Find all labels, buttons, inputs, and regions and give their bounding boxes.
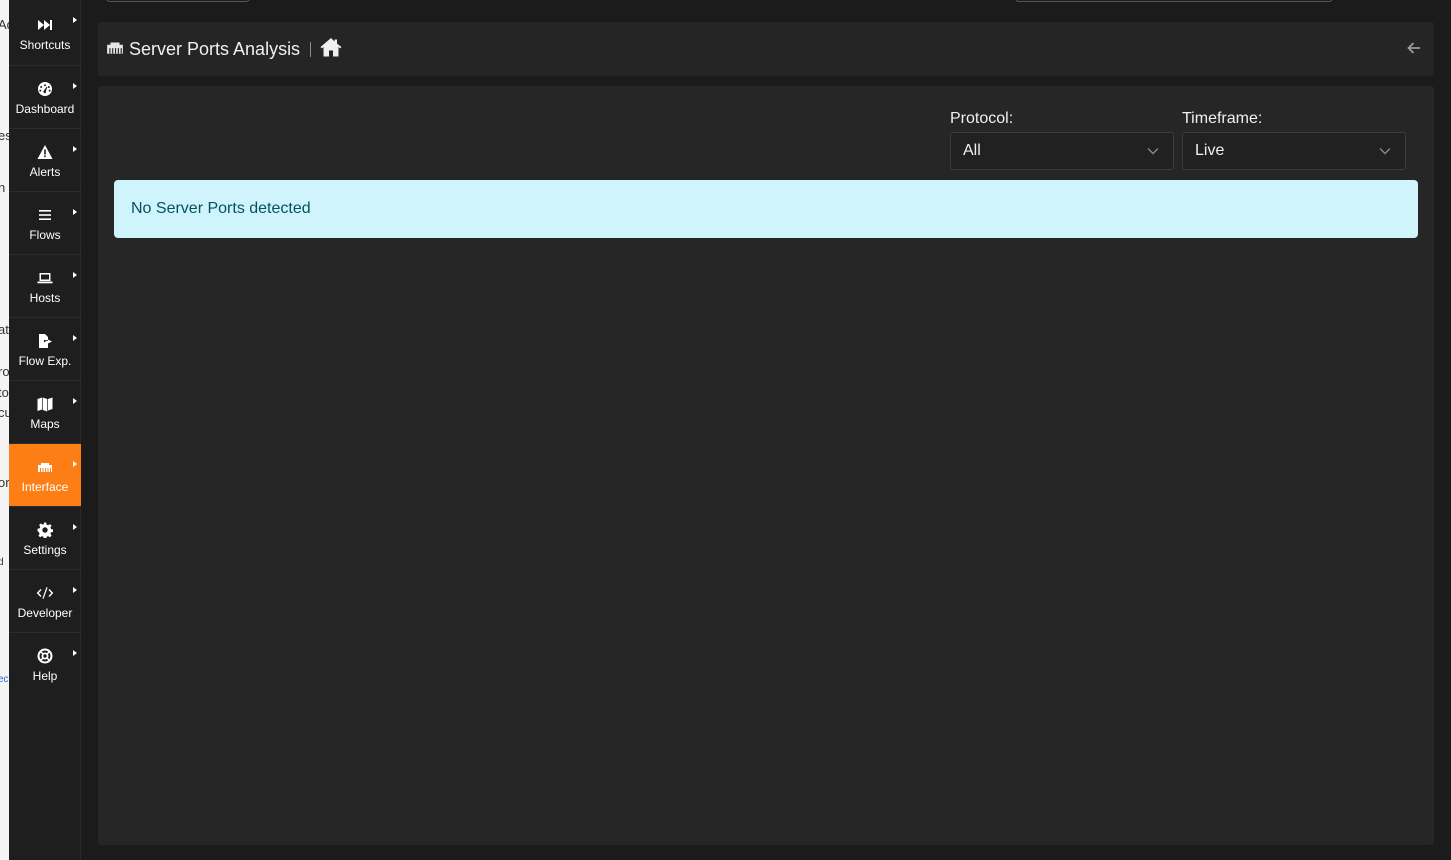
header-separator (310, 41, 312, 57)
gear-icon (36, 521, 54, 539)
chevron-down-icon (1379, 142, 1391, 160)
sidebar-item-interface[interactable]: Interface (9, 444, 81, 507)
fast-forward-icon (36, 16, 54, 34)
caret-right-icon (73, 146, 77, 152)
sidebar-item-label: Hosts (29, 291, 61, 305)
caret-right-icon (73, 524, 77, 530)
sidebar-item-label: Settings (23, 543, 67, 557)
bg-fragment: d (0, 557, 4, 568)
top-dropdown[interactable] (106, 0, 250, 2)
sidebar: Shortcuts Dashboard Alerts Flows Hosts F (9, 0, 81, 860)
protocol-selected-value: All (963, 142, 981, 159)
caret-right-icon (73, 83, 77, 89)
sidebar-item-label: Maps (30, 417, 60, 431)
timeframe-filter: Timeframe: Live (1182, 110, 1406, 170)
sidebar-item-settings[interactable]: Settings (9, 507, 81, 570)
life-ring-icon (36, 647, 54, 665)
warning-icon (36, 143, 54, 161)
caret-right-icon (73, 335, 77, 341)
code-icon (36, 584, 54, 602)
caret-right-icon (73, 209, 77, 215)
home-icon[interactable] (320, 37, 342, 62)
bg-fragment: at (0, 322, 9, 337)
sidebar-item-label: Alerts (29, 165, 61, 179)
sidebar-item-developer[interactable]: Developer (9, 570, 81, 633)
protocol-filter: Protocol: All (950, 110, 1174, 170)
sidebar-item-label: Help (32, 669, 58, 683)
timeframe-select[interactable]: Live (1182, 132, 1406, 170)
caret-right-icon (73, 17, 77, 23)
page-header: Server Ports Analysis (98, 22, 1434, 76)
sidebar-item-label: Dashboard (15, 102, 75, 116)
gauge-icon (36, 80, 54, 98)
no-ports-alert: No Server Ports detected (114, 180, 1418, 238)
main-content-card: Protocol: All Timeframe: Live No Server … (98, 86, 1434, 845)
bg-fragment: ec (0, 674, 9, 685)
timeframe-selected-value: Live (1195, 142, 1225, 159)
sidebar-item-label: Interface (21, 480, 69, 494)
ethernet-icon (106, 40, 124, 59)
protocol-label: Protocol: (950, 110, 1014, 127)
sidebar-item-hosts[interactable]: Hosts (9, 255, 81, 318)
sidebar-item-label: Flow Exp. (18, 354, 72, 368)
caret-right-icon (73, 461, 77, 467)
sidebar-item-maps[interactable]: Maps (9, 381, 81, 444)
bg-fragment: to (0, 385, 9, 400)
sidebar-item-flows[interactable]: Flows (9, 192, 81, 255)
arrow-left-icon[interactable] (1406, 40, 1422, 56)
caret-right-icon (73, 587, 77, 593)
chevron-down-icon (1147, 142, 1159, 160)
laptop-icon (36, 269, 54, 287)
protocol-select[interactable]: All (950, 132, 1174, 170)
caret-right-icon (73, 398, 77, 404)
sidebar-item-label: Flows (29, 228, 61, 242)
sidebar-item-flow-exp[interactable]: Flow Exp. (9, 318, 81, 381)
sidebar-item-alerts[interactable]: Alerts (9, 129, 81, 192)
map-icon (36, 395, 54, 413)
file-export-icon (36, 332, 54, 350)
caret-right-icon (73, 272, 77, 278)
sidebar-item-shortcuts[interactable]: Shortcuts (9, 0, 81, 66)
page-title: Server Ports Analysis (129, 38, 301, 59)
sidebar-item-label: Shortcuts (19, 38, 71, 52)
timeframe-label: Timeframe: (1182, 110, 1263, 127)
sidebar-item-help[interactable]: Help (9, 633, 81, 696)
top-search-box[interactable] (1015, 0, 1333, 2)
caret-right-icon (73, 650, 77, 656)
sidebar-item-label: Developer (17, 606, 73, 620)
ethernet-icon (36, 458, 54, 476)
bg-fragment: n (0, 180, 6, 195)
alert-message: No Server Ports detected (131, 200, 311, 217)
sidebar-item-dashboard[interactable]: Dashboard (9, 66, 81, 129)
bars-icon (36, 206, 54, 224)
